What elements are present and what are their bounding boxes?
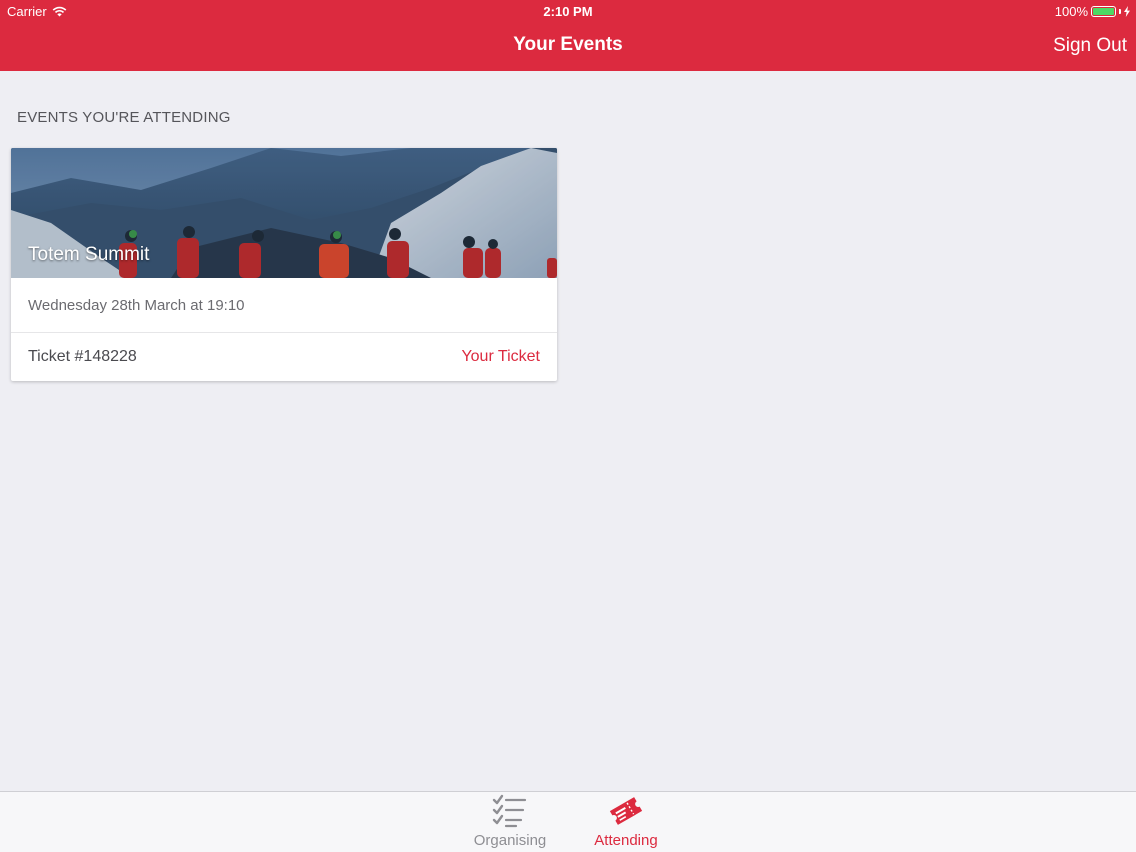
- battery-icon: [1091, 6, 1116, 17]
- card-divider: [11, 332, 557, 333]
- event-date: Wednesday 28th March at 19:10: [28, 297, 245, 314]
- status-time: 2:10 PM: [543, 4, 593, 19]
- battery-percentage: 100%: [1054, 4, 1088, 19]
- tab-bar: Organising Attending: [0, 791, 1136, 852]
- tab-attending[interactable]: Attending: [576, 794, 676, 849]
- event-cover-image: Totem Summit: [11, 148, 557, 278]
- event-card[interactable]: Totem Summit Wednesday 28th March at 19:…: [11, 148, 557, 381]
- tab-attending-label: Attending: [594, 832, 658, 849]
- section-header: EVENTS YOU'RE ATTENDING: [17, 109, 231, 126]
- ticket-number: Ticket #148228: [28, 348, 137, 365]
- battery-status: 100%: [1055, 4, 1130, 19]
- sign-out-button[interactable]: Sign Out: [1053, 35, 1127, 57]
- battery-cap: [1119, 9, 1121, 14]
- charging-bolt-icon: [1124, 6, 1130, 17]
- status-bar: Carrier 2:10 PM 100%: [0, 0, 1136, 24]
- battery-fill: [1093, 8, 1114, 15]
- your-ticket-button[interactable]: Your Ticket: [461, 348, 540, 366]
- tab-organising[interactable]: Organising: [460, 794, 560, 849]
- checklist-icon: [492, 794, 527, 828]
- page-title: Your Events: [513, 34, 623, 55]
- event-title: Totem Summit: [28, 244, 150, 265]
- ticket-icon: [609, 797, 643, 825]
- tab-organising-label: Organising: [473, 832, 547, 849]
- app-screen: Carrier 2:10 PM 100% Your Events Sign Ou…: [0, 0, 1136, 852]
- navigation-header: Carrier 2:10 PM 100% Your Events Sign Ou…: [0, 0, 1136, 71]
